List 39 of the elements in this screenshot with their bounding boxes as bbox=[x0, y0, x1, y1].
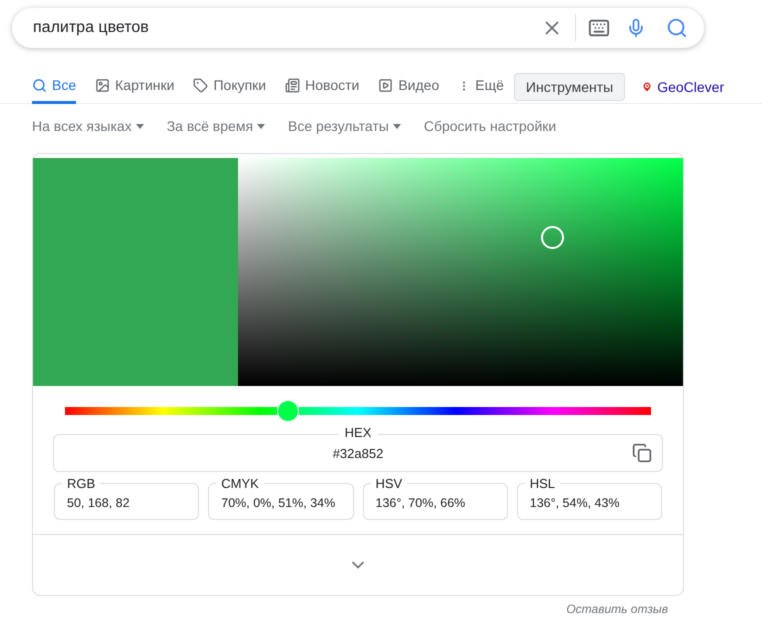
tag-icon bbox=[193, 78, 208, 93]
extension-link[interactable]: GeoClever bbox=[657, 76, 724, 98]
picker-handle[interactable] bbox=[541, 226, 564, 249]
search-tab[interactable]: Покупки bbox=[193, 70, 266, 104]
field-label: HSL bbox=[524, 476, 560, 491]
caret-icon bbox=[392, 124, 401, 128]
keyboard-icon[interactable] bbox=[588, 17, 610, 39]
search-tab[interactable]: Картинки bbox=[95, 70, 174, 104]
search-query: палитра цветов bbox=[33, 18, 150, 38]
search-tab[interactable]: Видео bbox=[378, 70, 440, 104]
pin-icon bbox=[641, 81, 654, 93]
image-icon bbox=[95, 78, 110, 93]
caret-icon bbox=[136, 124, 144, 128]
field-value: 70%, 0%, 51%, 34% bbox=[221, 494, 336, 512]
field-label: RGB bbox=[62, 476, 100, 491]
copy-icon[interactable] bbox=[632, 443, 652, 463]
field-value: 136°, 54%, 43% bbox=[530, 494, 620, 512]
filter-dropdown[interactable]: Все результаты bbox=[288, 116, 401, 136]
search-tab[interactable]: Ещё bbox=[458, 70, 504, 104]
field-label: HSV bbox=[370, 476, 408, 491]
filter-dropdown[interactable]: На всех языках bbox=[32, 116, 144, 136]
search-tab[interactable]: Новости bbox=[285, 70, 360, 104]
search-bar[interactable]: палитра цветов bbox=[12, 8, 704, 48]
filter-dropdown[interactable]: Сбросить настройки bbox=[424, 116, 556, 136]
hex-value: #32a852 bbox=[332, 445, 384, 464]
hue-slider-thumb[interactable] bbox=[276, 400, 299, 422]
newspaper-icon bbox=[285, 78, 300, 93]
filter-dropdown[interactable]: За всё время bbox=[166, 116, 266, 136]
field-value: 50, 168, 82 bbox=[67, 494, 130, 512]
tools-button[interactable]: Инструменты bbox=[514, 73, 626, 101]
saturation-value-area[interactable] bbox=[238, 158, 683, 386]
feedback-link[interactable]: Оставить отзыв bbox=[566, 600, 668, 618]
search-icon[interactable] bbox=[666, 17, 688, 39]
search-tab[interactable]: Все bbox=[32, 70, 76, 104]
play-icon bbox=[378, 78, 394, 93]
search-icon bbox=[32, 78, 47, 93]
caret-icon bbox=[257, 124, 266, 128]
field-value: 136°, 70%, 66% bbox=[376, 494, 466, 512]
field-label: CMYK bbox=[216, 476, 264, 491]
